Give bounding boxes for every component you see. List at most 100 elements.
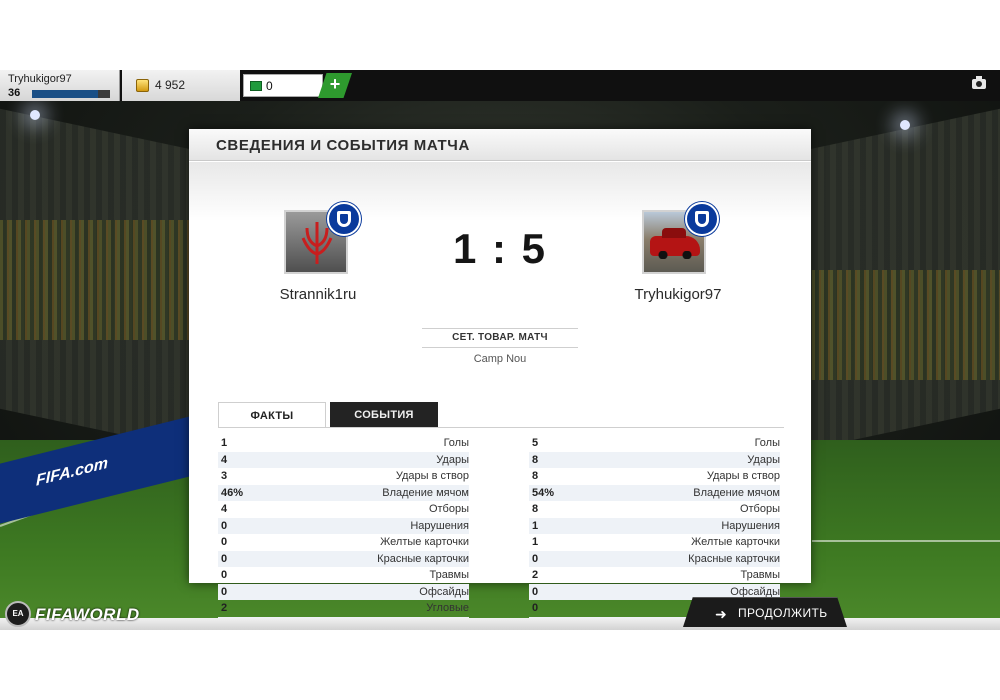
stat-label: Желтые карточки <box>691 536 780 548</box>
venue: Camp Nou <box>473 353 527 365</box>
away-stat-value: 1 <box>532 519 539 532</box>
home-stat-value: 1 <box>221 437 228 449</box>
points-balance: 0 <box>243 74 323 97</box>
stat-label: Удары <box>747 453 780 466</box>
ea-sports-logo-icon: EA <box>5 601 31 627</box>
stat-row: 2 Угловые <box>218 600 469 617</box>
continue-label: ПРОДОЛЖИТЬ <box>738 606 828 620</box>
away-stat-value: 0 <box>532 552 539 565</box>
stat-label: Отборы <box>739 503 780 515</box>
stat-row: 1 Желтые карточки <box>529 534 780 551</box>
username: Tryhukigor97 <box>8 73 72 85</box>
score: 1 : 5 <box>452 225 548 272</box>
stat-row: 3 Удары в створ <box>218 468 469 485</box>
away-stat-value: 8 <box>532 453 539 466</box>
away-stat-value: 54% <box>532 486 555 499</box>
crowd-right <box>812 270 1000 380</box>
stat-row: 0 Офсайды <box>218 583 469 600</box>
home-stat-value: 3 <box>221 470 228 482</box>
car-icon <box>650 228 700 259</box>
home-stat-value: 4 <box>221 503 228 515</box>
coins-balance: 4 952 <box>122 70 240 101</box>
stat-label: Удары в створ <box>395 470 469 482</box>
away-stat-value: 8 <box>532 470 539 482</box>
stat-label: Отборы <box>428 503 469 515</box>
stat-row: 54% Владение мячом <box>529 484 780 501</box>
stat-row: 0 Красные карточки <box>218 550 469 567</box>
away-stat-value: 2 <box>532 569 539 581</box>
xp-progress-fill <box>32 90 99 98</box>
stat-label: Владение мячом <box>693 486 780 499</box>
coins-value: 4 952 <box>155 78 186 92</box>
points-icon <box>250 81 262 91</box>
points-value: 0 <box>266 79 273 93</box>
stat-label: Красные карточки <box>688 552 780 565</box>
stat-row: 2 Травмы <box>529 567 780 584</box>
camera-icon[interactable] <box>972 76 986 89</box>
home-stat-value: 46% <box>221 486 244 499</box>
stat-row: 0 Нарушения <box>218 517 469 534</box>
home-stats-table: 1 Голы 4 Удары 3 Удары в створ 46% Владение мяч… <box>218 435 469 630</box>
stat-row: 0 Желтые карточки <box>218 534 469 551</box>
fifa-world-logo: EA FIFAWORLD <box>5 601 139 630</box>
continue-button[interactable]: ➜ ПРОДОЛЖИТЬ <box>683 597 847 627</box>
stat-row: 46% Владение мячом <box>218 484 469 501</box>
stat-label: Офсайды <box>419 585 469 598</box>
tab-events[interactable]: СОБЫТИЯ <box>330 402 438 428</box>
stat-label: Голы <box>754 437 780 449</box>
pitch-line <box>812 540 1000 542</box>
stat-label: Удары <box>436 453 469 466</box>
crowd-left <box>0 220 190 340</box>
home-stat-value: 0 <box>221 585 228 598</box>
stat-label: Красные карточки <box>377 552 469 565</box>
home-stat-value: 0 <box>221 536 228 548</box>
user-profile[interactable]: Tryhukigor97 36 <box>0 70 120 101</box>
floodlight-right <box>900 120 910 130</box>
home-stat-value: 0 <box>221 569 228 581</box>
home-stat-value: 0 <box>221 519 228 532</box>
coin-icon <box>136 79 149 92</box>
bottom-strip <box>0 618 1000 630</box>
chelsea-badge-icon <box>327 202 361 236</box>
stat-label: Нарушения <box>721 519 780 532</box>
arrow-right-icon: ➜ <box>715 606 727 622</box>
away-team-name: Tryhukigor97 <box>634 286 722 303</box>
panel-header: СВЕДЕНИЯ И СОБЫТИЯ МАТЧА <box>189 129 811 161</box>
stat-row: 4 Отборы <box>218 501 469 518</box>
stat-row: 1 Нарушения <box>529 517 780 534</box>
stat-label: Нарушения <box>410 519 469 532</box>
away-stat-value: 8 <box>532 503 539 515</box>
user-level: 36 <box>8 87 21 99</box>
game-screen: FIFA.com Tryhukigor97 36 4 952 0 + СВЕДЕ… <box>0 70 1000 630</box>
stat-label: Угловые <box>426 602 469 614</box>
top-bar: Tryhukigor97 36 4 952 0 + <box>0 70 1000 101</box>
panel-title: СВЕДЕНИЯ И СОБЫТИЯ МАТЧА <box>216 137 470 154</box>
stat-label: Желтые карточки <box>380 536 469 548</box>
stat-row: 0 Травмы <box>218 567 469 584</box>
tabs-divider <box>218 427 784 428</box>
stat-label: Травмы <box>429 569 469 581</box>
stat-label: Голы <box>443 437 469 449</box>
stat-row: 8 Отборы <box>529 501 780 518</box>
stat-row: 0 Красные карточки <box>529 550 780 567</box>
stat-label: Травмы <box>740 569 780 581</box>
tab-facts[interactable]: ФАКТЫ <box>218 402 326 428</box>
xp-progress-bar <box>32 90 110 98</box>
home-stat-value: 4 <box>221 453 228 466</box>
match-summary-panel: СВЕДЕНИЯ И СОБЫТИЯ МАТЧА Strannik1ru 1 :… <box>189 129 811 630</box>
home-stat-value: 0 <box>221 552 228 565</box>
stat-row: 5 Голы <box>529 435 780 452</box>
home-team-name: Strannik1ru <box>279 286 357 303</box>
stat-row: 4 Удары <box>218 451 469 468</box>
stat-label: Офсайды <box>730 585 780 598</box>
away-stat-value: 0 <box>532 585 539 598</box>
stat-label: Владение мячом <box>382 486 469 499</box>
stat-label: Удары в створ <box>706 470 780 482</box>
stat-row: 1 Голы <box>218 435 469 452</box>
floodlight-left <box>30 110 40 120</box>
stat-row: 8 Удары в створ <box>529 468 780 485</box>
fifa-world-wordmark: FIFAWORLD <box>35 605 140 624</box>
plus-icon[interactable]: + <box>325 74 345 94</box>
away-stat-value: 0 <box>532 602 539 614</box>
stat-row: 8 Удары <box>529 451 780 468</box>
